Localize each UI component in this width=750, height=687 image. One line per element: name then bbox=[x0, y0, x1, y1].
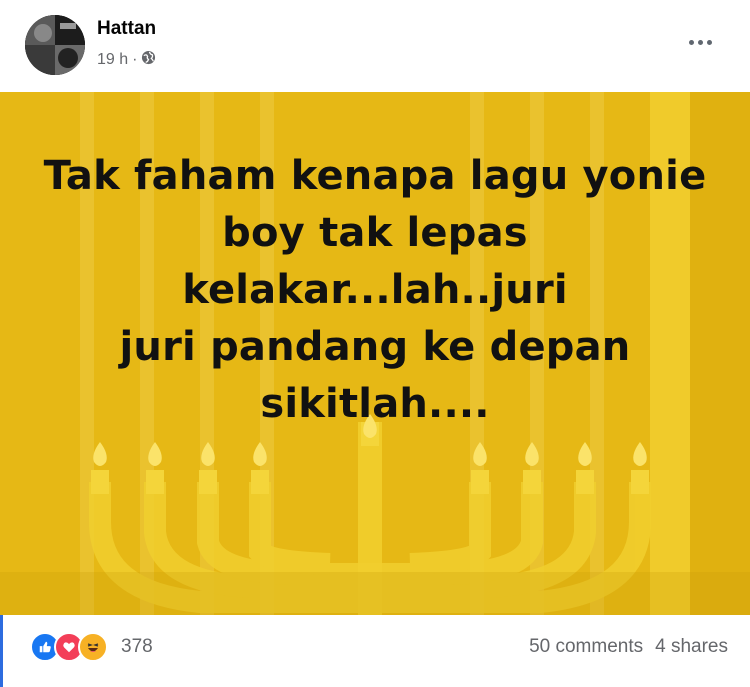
post-time[interactable]: 19 h bbox=[97, 51, 128, 69]
reaction-count[interactable]: 378 bbox=[121, 636, 153, 658]
post-text-line: Tak faham kenapa lagu yonie bbox=[43, 153, 707, 199]
dot bbox=[688, 39, 694, 45]
post-text-line: sikitlah.... bbox=[260, 381, 490, 427]
more-options-button[interactable] bbox=[680, 30, 720, 54]
post-meta: 19 h · bbox=[97, 50, 156, 70]
facebook-post: Hattan 19 h · Tak faham kenapa lagu yoni… bbox=[0, 0, 750, 687]
dot bbox=[706, 39, 712, 45]
comments-link[interactable]: 50 comments bbox=[529, 636, 643, 658]
reaction-icons[interactable] bbox=[30, 632, 108, 662]
haha-icon bbox=[78, 632, 108, 662]
engagement-stats: 50 comments 4 shares bbox=[529, 636, 728, 658]
post-header: Hattan 19 h · bbox=[0, 0, 750, 92]
author-avatar[interactable] bbox=[25, 15, 85, 75]
author-name[interactable]: Hattan bbox=[97, 18, 156, 40]
shares-link[interactable]: 4 shares bbox=[655, 636, 728, 658]
avatar-image bbox=[25, 15, 85, 75]
meta-separator: · bbox=[132, 51, 138, 68]
post-footer: 378 50 comments 4 shares bbox=[0, 615, 750, 687]
post-text: Tak faham kenapa lagu yonie boy tak lepa… bbox=[40, 148, 710, 433]
dot bbox=[697, 39, 703, 45]
post-text-line: boy tak lepas kelakar...lah..juri bbox=[182, 210, 568, 313]
post-text-line: juri pandang ke depan bbox=[119, 324, 631, 370]
globe-icon bbox=[141, 50, 156, 70]
